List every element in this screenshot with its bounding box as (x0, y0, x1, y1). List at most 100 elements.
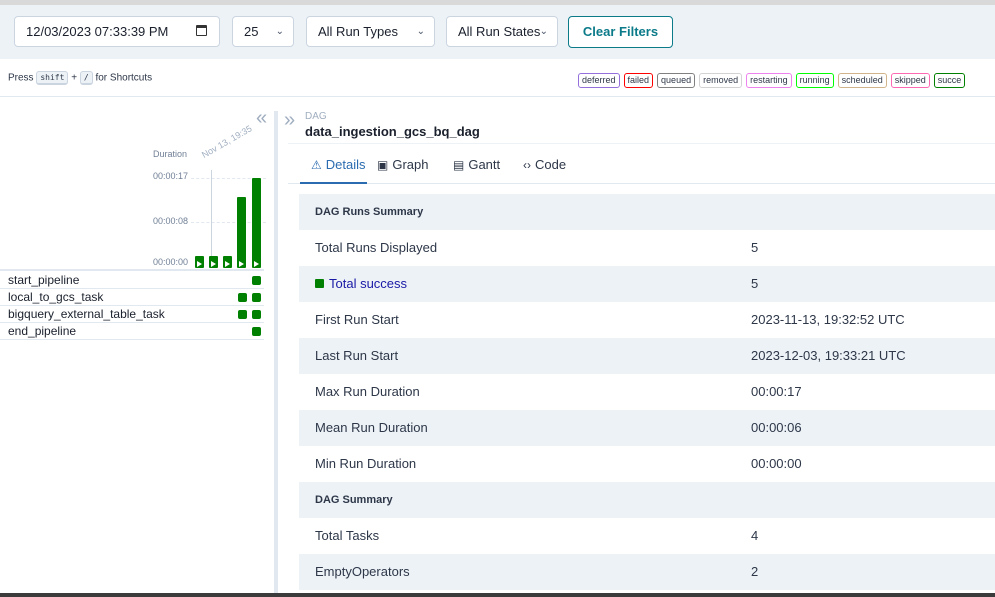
state-badge: succe (933, 73, 966, 88)
calendar-icon[interactable] (196, 25, 207, 36)
run-types-select[interactable]: All Run Types ⌄ (306, 16, 435, 47)
table-row: Mean Run Duration 00:00:06 (299, 410, 995, 446)
chevron-down-icon: ⌄ (275, 26, 284, 37)
run-date-label: Nov 13, 19:35 (200, 123, 254, 160)
tab-label: Gantt (468, 157, 501, 172)
manual-run-icon (211, 261, 216, 267)
task-instance-square[interactable] (252, 310, 261, 319)
task-row[interactable]: start_pipeline (0, 272, 264, 289)
tab-label: Graph (392, 157, 429, 172)
task-instance-square[interactable] (238, 293, 247, 302)
dag-title[interactable]: data_ingestion_gcs_bq_dag (305, 124, 480, 139)
clear-filters-button[interactable]: Clear Filters (568, 16, 673, 48)
task-instance-square[interactable] (238, 310, 247, 319)
row-label: First Run Start (315, 312, 399, 327)
row-value: 00:00:06 (751, 420, 802, 435)
tab-label: Details (325, 157, 366, 172)
pane-splitter[interactable] (274, 111, 278, 597)
shift-key: shift (36, 71, 69, 85)
date-marker-line (211, 170, 212, 268)
dag-label: DAG (305, 111, 327, 122)
row-label: Min Run Duration (315, 456, 417, 471)
total-success-link[interactable]: Total success (329, 276, 407, 291)
manual-run-icon (239, 261, 244, 267)
num-runs-select[interactable]: 25 ⌄ (232, 16, 294, 47)
expand-details-icon[interactable]: » (284, 110, 295, 130)
row-value: 4 (751, 528, 759, 543)
run-bar[interactable] (252, 178, 261, 268)
tab-details[interactable]: ⚠ Details (300, 144, 367, 184)
duration-tick: 00:00:17 (153, 171, 189, 181)
row-label: EmptyOperators (315, 564, 410, 579)
tab-label: Code (535, 157, 567, 172)
task-row[interactable]: end_pipeline (0, 323, 264, 340)
row-value: 5 (751, 276, 759, 291)
task-name: end_pipeline (8, 324, 77, 338)
run-bar[interactable] (223, 256, 232, 268)
table-row: Total Tasks 4 (299, 518, 995, 554)
manual-run-icon (197, 261, 202, 267)
state-badge: failed (623, 73, 654, 88)
duration-tick: 00:00:08 (153, 216, 189, 226)
row-label: Last Run Start (315, 348, 399, 363)
state-badge: skipped (890, 73, 930, 88)
tab-graph[interactable]: ▣ Graph (377, 144, 428, 184)
run-states-value: All Run States (458, 24, 541, 39)
task-divider (0, 269, 264, 271)
row-value: 2023-12-03, 19:33:21 UTC (751, 348, 906, 363)
task-instance-square[interactable] (252, 293, 261, 302)
state-badge: queued (657, 73, 696, 88)
table-row: First Run Start 2023-11-13, 19:32:52 UTC (299, 302, 995, 338)
warning-icon: ⚠ (311, 158, 322, 172)
filter-bar: 12/03/2023 07:33:39 PM 25 ⌄ All Run Type… (0, 5, 995, 59)
task-instance-square[interactable] (252, 276, 261, 285)
row-label: Total success (315, 266, 407, 302)
task-row[interactable]: local_to_gcs_task (0, 289, 264, 306)
tab-code[interactable]: ‹› Code (523, 144, 566, 184)
task-name: start_pipeline (8, 273, 80, 287)
task-row[interactable]: bigquery_external_table_task (0, 306, 264, 323)
shortcut-plus: + (71, 72, 78, 84)
slash-key: / (79, 71, 93, 85)
duration-label: Duration (153, 149, 188, 159)
row-label: Mean Run Duration (315, 420, 428, 435)
table-row: Total Runs Displayed 5 (299, 230, 995, 266)
run-bar[interactable] (209, 256, 218, 268)
run-bar[interactable] (237, 197, 246, 268)
graph-icon: ▣ (377, 158, 389, 172)
base-date-value: 12/03/2023 07:33:39 PM (26, 24, 169, 39)
table-header-row: DAG Runs Summary (299, 194, 995, 230)
row-value: 2023-11-13, 19:32:52 UTC (751, 312, 905, 327)
table-row: Total success 5 (299, 266, 995, 302)
row-label: Total Runs Displayed (315, 240, 438, 255)
table-row: Min Run Duration 00:00:00 (299, 446, 995, 482)
code-icon: ‹› (523, 158, 531, 172)
collapse-grid-icon[interactable]: « (256, 108, 267, 128)
task-instance-square[interactable] (252, 327, 261, 336)
section-header: DAG Summary (315, 494, 393, 506)
table-header-row: DAG Summary (299, 482, 995, 518)
bottom-border (0, 593, 995, 597)
section-header: DAG Runs Summary (315, 206, 424, 218)
task-name: bigquery_external_table_task (8, 307, 165, 321)
gantt-icon: ▤ (453, 158, 465, 172)
num-runs-value: 25 (244, 24, 259, 39)
state-badge: removed (699, 73, 743, 88)
detail-tabs: ⚠ Details ▣ Graph ▤ Gantt ‹› Code (288, 143, 995, 184)
base-date-input[interactable]: 12/03/2023 07:33:39 PM (14, 16, 220, 47)
chevron-down-icon: ⌄ (539, 26, 548, 37)
state-badge: scheduled (837, 73, 887, 88)
shortcut-hint: Press shift + / for Shortcuts (8, 71, 152, 85)
row-label: Total Tasks (315, 528, 380, 543)
row-value: 5 (751, 240, 759, 255)
manual-run-icon (254, 261, 259, 267)
run-states-select[interactable]: All Run States ⌄ (446, 16, 558, 47)
task-name: local_to_gcs_task (8, 290, 104, 304)
row-value: 2 (751, 564, 759, 579)
row-label: Max Run Duration (315, 384, 420, 399)
manual-run-icon (225, 261, 230, 267)
chevron-down-icon: ⌄ (416, 26, 425, 37)
tab-gantt[interactable]: ▤ Gantt (453, 144, 500, 184)
run-bar[interactable] (195, 256, 204, 268)
row-value: 00:00:17 (751, 384, 802, 399)
